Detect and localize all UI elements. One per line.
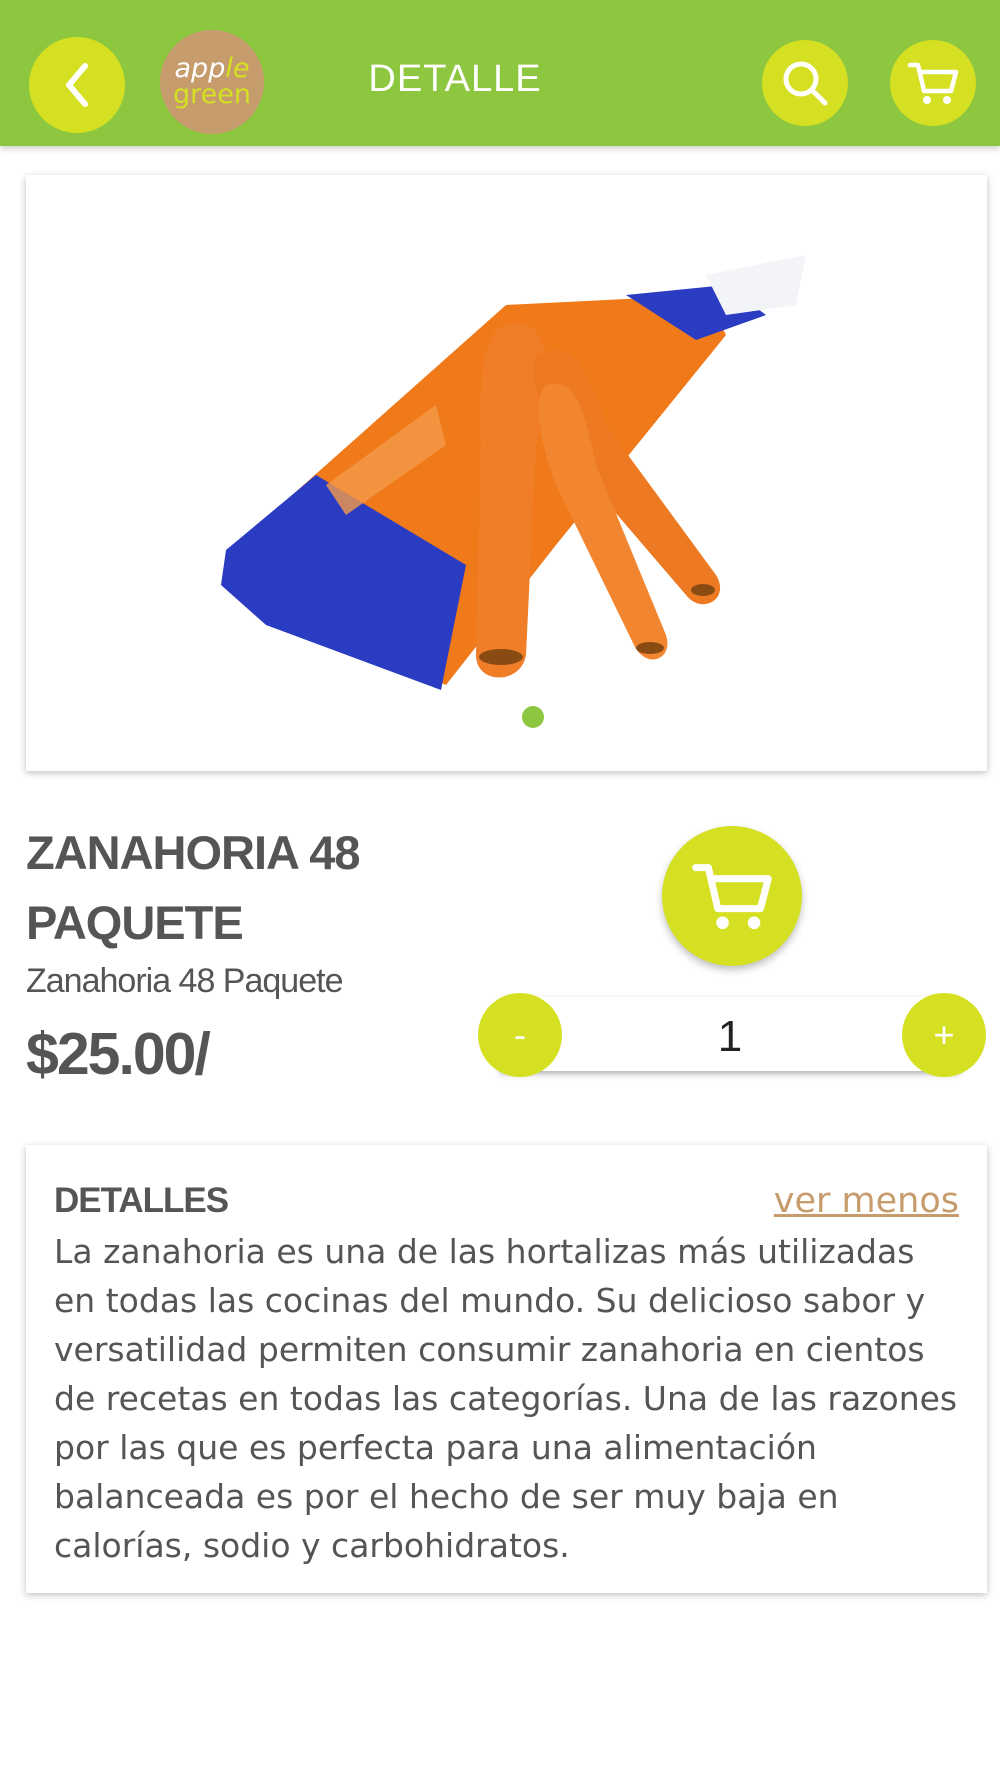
carrot-bag-image <box>221 255 806 690</box>
cart-button[interactable] <box>890 40 976 126</box>
product-image-carousel[interactable] <box>26 175 987 771</box>
increase-quantity-button[interactable]: + <box>902 993 986 1077</box>
page-title: DETALLE <box>368 58 542 100</box>
carousel-dot-active[interactable] <box>522 706 544 728</box>
brand-logo[interactable]: apple green <box>160 30 264 134</box>
add-to-cart-button[interactable] <box>662 826 802 966</box>
product-subtitle: Zanahoria 48 Paquete <box>26 962 343 1000</box>
product-title: ZANAHORIA 48 PAQUETE <box>26 826 361 949</box>
product-price: $25.00/ <box>26 1021 211 1087</box>
cart-icon <box>907 62 959 104</box>
details-card: DETALLES ver menos La zanahoria es una d… <box>26 1145 987 1593</box>
decrease-quantity-button[interactable]: - <box>478 993 562 1077</box>
details-description: La zanahoria es una de las hortalizas má… <box>54 1232 958 1565</box>
back-button[interactable] <box>29 37 125 133</box>
top-app-bar: apple green DETALLE <box>0 0 1000 146</box>
chevron-left-icon <box>66 63 88 107</box>
cart-icon <box>692 864 772 930</box>
see-less-link[interactable]: ver menos <box>774 1181 959 1221</box>
quantity-value[interactable]: 1 <box>680 1012 780 1062</box>
search-icon <box>783 61 828 106</box>
details-title: DETALLES <box>54 1181 229 1220</box>
search-button[interactable] <box>762 40 848 126</box>
